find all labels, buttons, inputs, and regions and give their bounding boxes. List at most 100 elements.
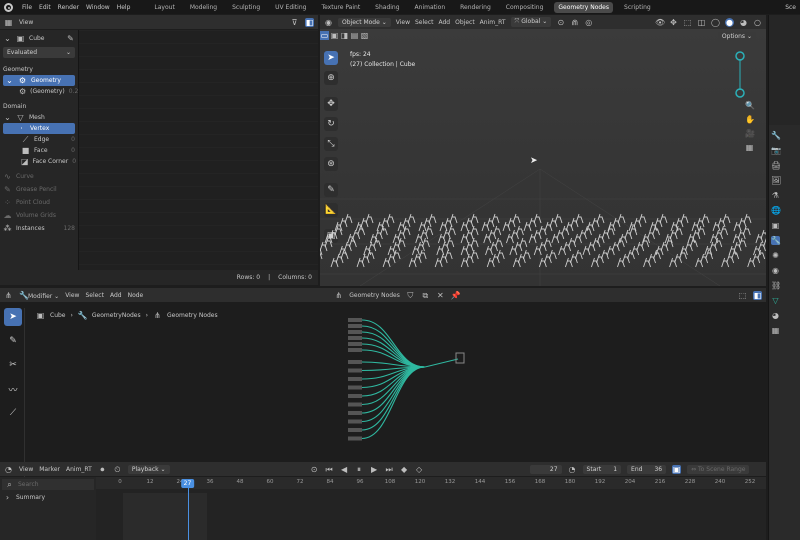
data-props-icon[interactable]: ▽: [771, 296, 780, 305]
viewport-anim-menu[interactable]: Anim_RT: [480, 19, 506, 26]
menu-edit[interactable]: Edit: [39, 4, 51, 11]
navigation-gizmo[interactable]: [730, 47, 750, 102]
wireframe-shading-icon[interactable]: ◯: [711, 18, 720, 27]
node-box[interactable]: [348, 336, 362, 340]
node-select-menu[interactable]: Select: [85, 292, 104, 299]
node-box[interactable]: [348, 419, 362, 424]
material-shading-icon[interactable]: ◕: [739, 18, 748, 27]
node-box[interactable]: [348, 360, 362, 364]
playback-dropdown[interactable]: Playback ⌄: [127, 464, 170, 474]
timeline-marker-menu[interactable]: Marker: [39, 466, 60, 473]
solid-shading-icon[interactable]: ●: [725, 17, 734, 27]
jump-end-icon[interactable]: ⏭: [385, 465, 394, 474]
render-props-icon[interactable]: 📷: [771, 146, 781, 155]
clock-icon[interactable]: ◔: [4, 465, 13, 474]
keyframe-delete-icon[interactable]: ◇: [415, 465, 424, 474]
object-mode-dropdown[interactable]: Object Mode ⌄: [338, 17, 391, 27]
tab-scripting[interactable]: Scripting: [620, 2, 655, 13]
viewport-object-menu[interactable]: Object: [455, 19, 475, 26]
node-box[interactable]: [348, 394, 362, 398]
viewport-add-menu[interactable]: Add: [439, 19, 451, 26]
geometry-item[interactable]: ⌄ ⚙ Geometry: [3, 75, 75, 86]
node-box[interactable]: [348, 377, 362, 381]
world-props-icon[interactable]: 🌐: [771, 206, 781, 215]
camera-icon[interactable]: 🎥: [745, 129, 755, 138]
spreadsheet-view-menu[interactable]: View: [19, 19, 33, 26]
node-box[interactable]: [348, 428, 362, 432]
timeline-area[interactable]: 0122436486072849610812013214415616818019…: [96, 477, 766, 540]
group-output-node[interactable]: [455, 352, 465, 364]
tool-props-icon[interactable]: 🔧: [771, 131, 781, 140]
particles-props-icon[interactable]: ✺: [771, 251, 780, 260]
pin-icon[interactable]: 📌: [451, 291, 461, 300]
modifier-props-icon[interactable]: 🔧: [771, 236, 781, 245]
pivot-icon[interactable]: ⊙: [556, 18, 565, 27]
filter-icon[interactable]: ⊽: [290, 18, 299, 27]
breadcrumb-object[interactable]: Cube: [50, 312, 66, 319]
scene-selector[interactable]: Sce: [785, 4, 796, 11]
timeline-view-menu[interactable]: View: [19, 466, 33, 473]
blender-logo-icon[interactable]: [4, 2, 13, 12]
visibility-icon[interactable]: 👁: [655, 18, 665, 27]
xray-icon[interactable]: ◫: [697, 18, 706, 27]
tab-animation[interactable]: Animation: [411, 2, 450, 13]
node-editor-canvas[interactable]: ➤ ✎ ✂ 〰 ⟋ ▣ Cube › 🔧 GeometryNodes › ⋔ G…: [0, 302, 766, 508]
select-tool-icon[interactable]: ➤: [4, 308, 22, 326]
texture-props-icon[interactable]: ▦: [771, 326, 780, 335]
proportional-icon[interactable]: ◎: [584, 18, 593, 27]
gizmo-icon[interactable]: ✥: [669, 18, 678, 27]
node-view-menu[interactable]: View: [65, 292, 79, 299]
mesh-row[interactable]: ⌄ ▽ Mesh: [3, 112, 75, 123]
node-box[interactable]: [348, 402, 362, 407]
next-key-icon[interactable]: ▶: [370, 465, 379, 474]
annotate-tool-icon[interactable]: ✎: [4, 332, 22, 350]
tab-compositing[interactable]: Compositing: [502, 2, 548, 13]
tab-uv-editing[interactable]: UV Editing: [271, 2, 310, 13]
scale-tool-icon[interactable]: ⤡: [324, 137, 338, 151]
keyframe-insert-icon[interactable]: ◆: [400, 465, 409, 474]
node-box[interactable]: [348, 348, 362, 352]
tab-modeling[interactable]: Modeling: [186, 2, 221, 13]
clock-icon[interactable]: ◔: [568, 465, 577, 474]
node-add-menu[interactable]: Add: [110, 292, 122, 299]
scene-range-icon[interactable]: ▣: [672, 464, 682, 474]
editor-mode-dropdown[interactable]: 🔧Modifier ⌄: [19, 291, 59, 300]
node-box[interactable]: [348, 436, 362, 441]
node-box[interactable]: [348, 318, 362, 322]
constraints-props-icon[interactable]: ⛓: [771, 281, 781, 290]
domain-edge[interactable]: ⟋ Edge 0: [3, 134, 75, 145]
end-frame-field[interactable]: End 36: [627, 464, 667, 474]
duplicate-icon[interactable]: ⧉: [421, 291, 430, 300]
tab-texture-paint[interactable]: Texture Paint: [317, 2, 364, 13]
timeline-ruler[interactable]: 0122436486072849610812013214415616818019…: [96, 477, 766, 489]
prev-key-icon[interactable]: ◀: [340, 465, 349, 474]
shield-icon[interactable]: ⛉: [406, 291, 415, 300]
transform-orientation-dropdown[interactable]: ⤧ Global ⌄: [510, 17, 552, 27]
zoom-icon[interactable]: 🔍: [745, 101, 755, 110]
select-mode-icon[interactable]: ▣: [330, 31, 339, 40]
snap-icon[interactable]: ⋒: [570, 18, 579, 27]
pan-hand-icon[interactable]: ✋: [745, 115, 755, 124]
record-icon[interactable]: ⏺: [98, 465, 107, 474]
select-invert-icon[interactable]: ▧: [360, 31, 369, 40]
to-scene-range-button[interactable]: ⇔ To Scene Range: [687, 464, 750, 474]
physics-props-icon[interactable]: ◉: [771, 266, 780, 275]
node-tree-name[interactable]: Geometry Nodes: [349, 292, 400, 299]
node-box[interactable]: [348, 330, 362, 334]
editor-type-icon[interactable]: ▦: [4, 18, 13, 27]
perspective-grid-icon[interactable]: ▦: [745, 143, 754, 152]
summary-row[interactable]: › Summary: [0, 492, 96, 503]
geometry-sub-item[interactable]: ⚙ (Geometry) 0.2k: [3, 86, 82, 97]
cursor-tool-icon[interactable]: ⊕: [324, 71, 338, 85]
rendered-shading-icon[interactable]: ○: [753, 18, 762, 27]
object-row[interactable]: ⌄ ▣ Cube ✎: [3, 33, 75, 44]
evaluation-dropdown[interactable]: Evaluated ⌄: [3, 47, 75, 58]
sidebar-toggle-icon[interactable]: ◧: [305, 17, 314, 27]
tab-shading[interactable]: Shading: [371, 2, 403, 13]
domain-vertex[interactable]: · Vertex: [3, 123, 75, 134]
pause-icon[interactable]: ⏸: [355, 465, 364, 474]
view-layer-props-icon[interactable]: 🖼: [771, 176, 781, 185]
tab-rendering[interactable]: Rendering: [456, 2, 495, 13]
annotate-line-tool-icon[interactable]: 〰: [4, 380, 22, 398]
editor-type-icon[interactable]: ⋔: [4, 291, 13, 300]
